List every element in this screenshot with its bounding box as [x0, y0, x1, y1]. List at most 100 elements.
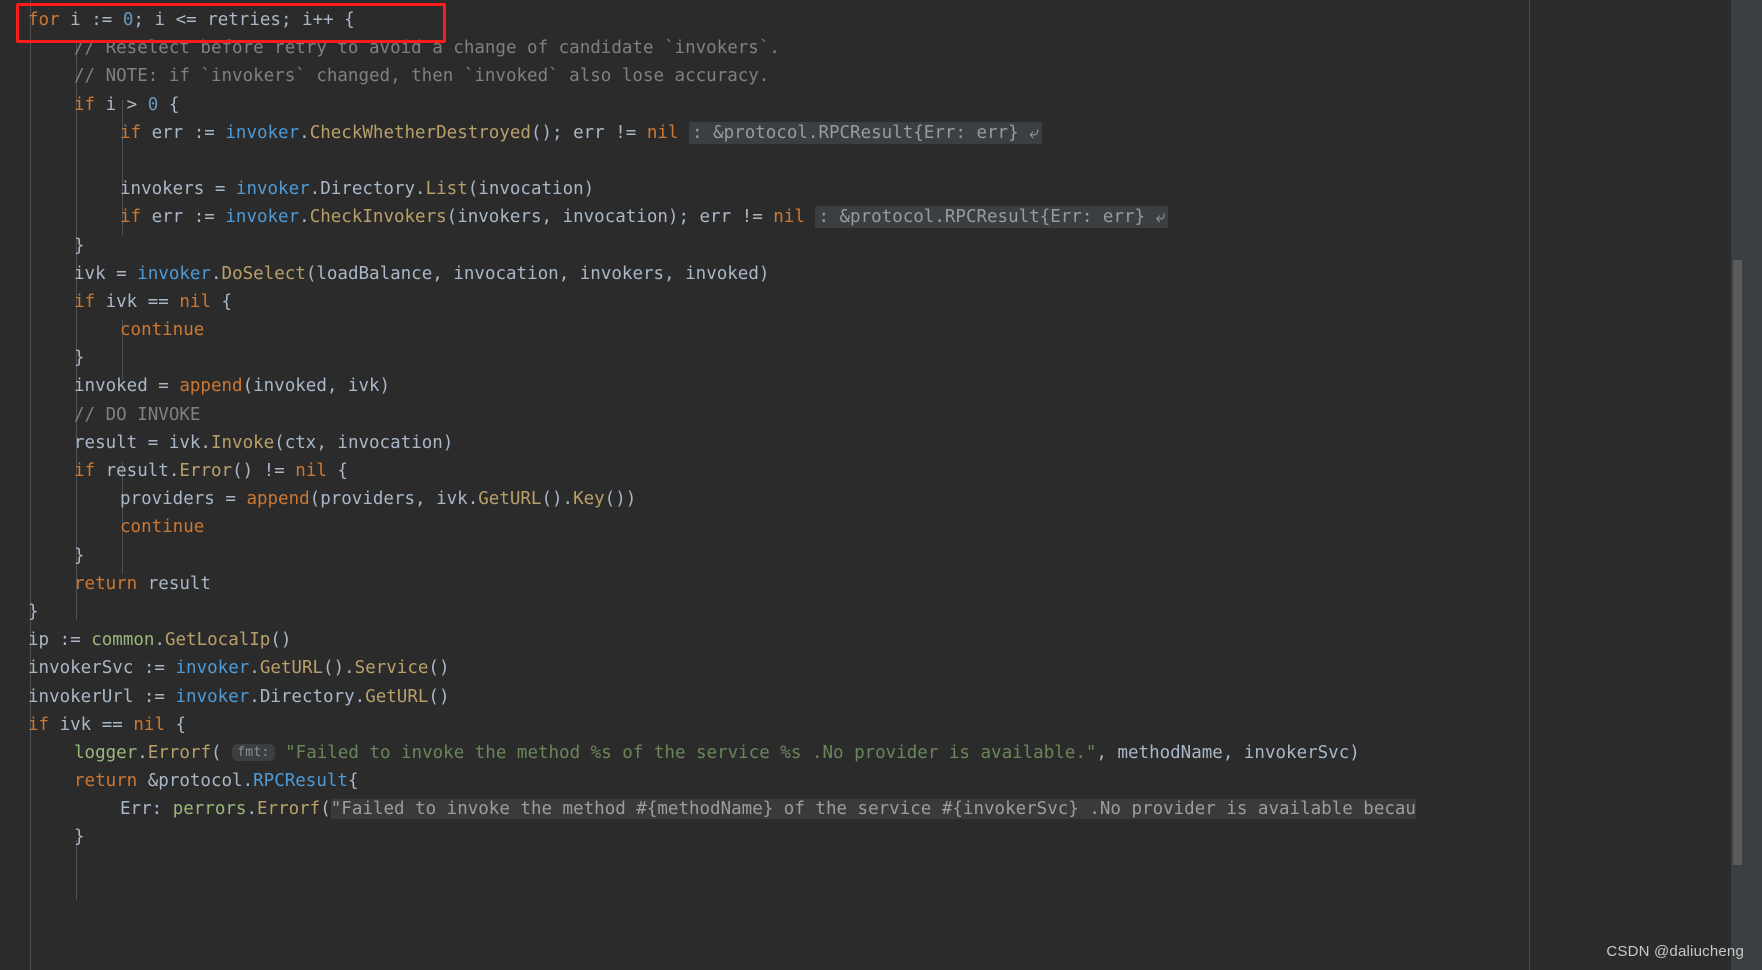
code-line[interactable]: result = ivk.Invoke(ctx, invocation) [0, 429, 1731, 457]
code-line[interactable]: } [0, 232, 1731, 260]
code-token: : &protocol.RPCResult{Err: err} ⤶ [689, 121, 1042, 144]
code-token: continue [120, 517, 205, 538]
code-token: { [326, 461, 348, 481]
code-token: , methodName, invokerSvc) [1096, 742, 1360, 763]
code-token: invoker [225, 122, 300, 143]
code-token: return [74, 771, 138, 792]
code-token: { [347, 771, 359, 792]
code-line[interactable]: return result [0, 570, 1731, 598]
code-line[interactable]: if err := invoker.CheckInvokers(invokers… [0, 203, 1731, 231]
code-token: err := [141, 207, 226, 228]
code-token: . [137, 742, 148, 763]
code-token: . [309, 179, 321, 200]
code-token: . [354, 686, 366, 707]
code-line[interactable]: providers = append(providers, ivk.GetURL… [0, 485, 1731, 513]
code-token: append [246, 489, 310, 510]
code-token: GetLocalIp [164, 630, 271, 651]
code-line[interactable]: if err := invoker.CheckWhetherDestroyed(… [0, 119, 1731, 147]
code-token: Err: [120, 799, 173, 820]
code-token: CheckInvokers [309, 207, 447, 228]
code-token: (providers, ivk. [309, 489, 479, 510]
code-line[interactable]: // Reselect before retry to avoid a chan… [0, 34, 1731, 62]
code-token: Directory [320, 179, 416, 200]
code-token: if [74, 461, 96, 481]
code-token: } [28, 601, 39, 622]
code-token: nil [646, 122, 679, 143]
code-line[interactable]: } [0, 823, 1731, 851]
code-token: Key [573, 489, 605, 510]
code-token: ip := [28, 630, 92, 651]
code-token: invoker [175, 686, 250, 707]
code-line[interactable]: invokerUrl := invoker.Directory.GetURL() [0, 683, 1731, 711]
code-editor-window: for i := 0; i <= retries; i++ {// Resele… [0, 0, 1762, 970]
code-line[interactable]: if i > 0 { [0, 91, 1731, 119]
code-token: (ctx, invocation) [274, 432, 454, 453]
code-token: 0 [147, 94, 159, 115]
code-line[interactable]: if result.Error() != nil { [0, 457, 1731, 485]
code-text-area[interactable]: for i := 0; i <= retries; i++ {// Resele… [0, 0, 1731, 852]
code-line[interactable]: if ivk == nil { [0, 711, 1731, 739]
code-token: retries [207, 10, 281, 30]
code-token: . [249, 686, 260, 707]
code-line[interactable]: // NOTE: if `invokers` changed, then `in… [0, 62, 1731, 90]
code-line[interactable]: // DO INVOKE [0, 401, 1731, 429]
code-line[interactable]: Err: perrors.Errorf("Failed to invoke th… [0, 795, 1731, 823]
code-canvas[interactable]: for i := 0; i <= retries; i++ {// Resele… [0, 0, 1731, 970]
code-token: List [425, 179, 468, 200]
code-token: Error [179, 461, 233, 481]
code-token: result [137, 573, 211, 594]
code-line[interactable]: return &protocol.RPCResult{ [0, 767, 1731, 795]
code-token: ( [210, 742, 233, 763]
code-line[interactable]: invokers = invoker.Directory.List(invoca… [0, 175, 1731, 203]
code-token: GetURL [365, 686, 429, 707]
code-token: providers = [120, 489, 247, 510]
code-line[interactable]: for i := 0; i <= retries; i++ { [0, 6, 1731, 34]
code-token: } [74, 545, 85, 566]
code-token: invokerUrl := [28, 686, 176, 707]
code-line[interactable]: ivk = invoker.DoSelect(loadBalance, invo… [0, 260, 1731, 288]
code-token: Errorf [147, 742, 211, 763]
code-token: <= [165, 10, 208, 30]
code-token: . [299, 122, 310, 143]
code-token: common [91, 630, 155, 651]
code-line[interactable]: continue [0, 316, 1731, 344]
code-token: return [74, 573, 138, 594]
code-line[interactable]: } [0, 542, 1731, 570]
code-token: perrors [172, 799, 247, 820]
code-token: := [80, 10, 123, 30]
code-token: CheckWhetherDestroyed [309, 122, 531, 143]
code-line[interactable]: invoked = append(invoked, ivk) [0, 372, 1731, 400]
code-token: for [28, 10, 60, 30]
code-token: (). [541, 489, 574, 510]
code-token: ivk == [95, 291, 180, 312]
code-line[interactable]: ip := common.GetLocalIp() [0, 626, 1731, 654]
code-token: (invocation) [467, 179, 595, 200]
code-line[interactable] [0, 147, 1731, 175]
code-token: nil [133, 714, 165, 735]
code-token: } [74, 235, 85, 256]
code-token: if [120, 122, 142, 143]
code-token: . [299, 207, 310, 228]
code-line[interactable]: invokerSvc := invoker.GetURL().Service() [0, 654, 1731, 682]
code-token: i [70, 10, 81, 30]
code-token: &protocol. [137, 771, 254, 792]
code-token: () [428, 658, 450, 679]
code-line[interactable]: logger.Errorf( fmt: "Failed to invoke th… [0, 739, 1731, 767]
code-line[interactable]: if ivk == nil { [0, 288, 1731, 316]
code-token: . [246, 799, 257, 820]
code-token: GetURL [478, 489, 542, 510]
code-token: . [210, 263, 222, 284]
code-token: invokers = [120, 179, 236, 200]
code-line[interactable]: } [0, 598, 1731, 626]
code-token: (invoked, ivk) [242, 376, 391, 397]
vertical-scrollbar-thumb[interactable] [1733, 260, 1742, 865]
code-token: : &protocol.RPCResult{Err: err} ⤶ [815, 206, 1169, 229]
code-line[interactable]: continue [0, 513, 1731, 541]
code-token: . [249, 658, 260, 679]
code-token: (invokers, invocation); err != [446, 207, 774, 228]
code-token: ; [280, 10, 303, 30]
code-line[interactable]: } [0, 344, 1731, 372]
